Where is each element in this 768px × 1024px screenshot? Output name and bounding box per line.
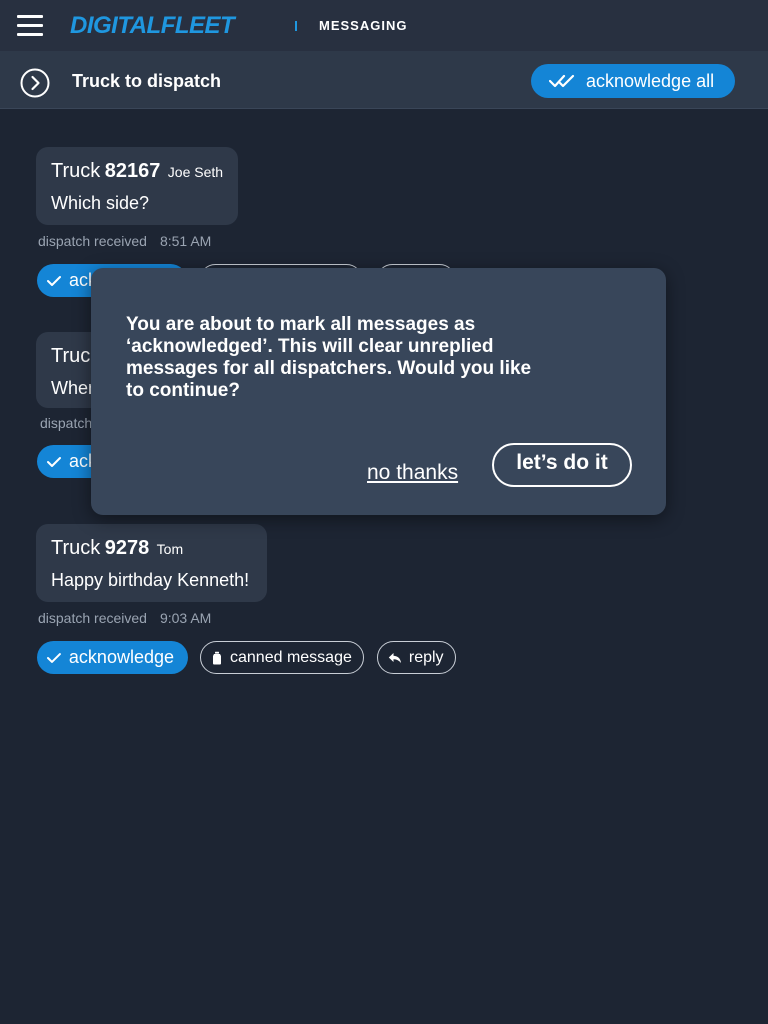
check-icon: [47, 456, 61, 467]
circle-chevron-right-icon[interactable]: [20, 68, 50, 98]
message-meta: dispatch received 8:51 AM: [38, 233, 469, 249]
message-meta: dispatch received 9:03 AM: [38, 610, 469, 626]
truck-number: 82167: [104, 160, 161, 182]
message-item: Truck 9278 Tom Happy birthday Kenneth! d…: [36, 524, 469, 674]
truck-label: Truck: [51, 160, 101, 182]
message-actions: acknowledge canned message reply: [37, 641, 469, 674]
header-divider: [295, 21, 297, 31]
truck-number: 9278: [104, 537, 150, 559]
no-thanks-button[interactable]: no thanks: [367, 461, 458, 485]
message-sender: Truck 82167 Joe Seth: [51, 159, 223, 185]
conversation-title: Truck to dispatch: [72, 71, 222, 91]
message-bubble: Truck 9278 Tom Happy birthday Kenneth!: [36, 524, 267, 602]
reply-arrow-icon: [388, 652, 401, 663]
message-sender: Truck 9278 Tom: [51, 536, 252, 562]
truck-label: Truc: [51, 345, 91, 367]
message-status: dispatch received: [38, 610, 147, 626]
canned-message-label: canned message: [230, 648, 352, 666]
truck-label: Truck: [51, 537, 101, 559]
reply-label: reply: [408, 648, 444, 666]
acknowledge-label: acknowledge: [68, 647, 174, 667]
brand-logo: DIGITALFLEET: [70, 12, 235, 39]
message-status: dispatch: [40, 415, 93, 431]
dialog-message: You are about to mark all messages as ‘a…: [126, 314, 532, 401]
check-icon: [47, 652, 61, 663]
message-bubble: Truck 82167 Joe Seth Which side?: [36, 147, 238, 225]
message-time: 8:51 AM: [159, 233, 212, 249]
acknowledge-button[interactable]: acknowledge: [37, 641, 188, 674]
double-check-icon: [549, 74, 575, 88]
canned-message-icon: [213, 651, 221, 664]
message-text: Which side?: [51, 193, 150, 213]
canned-message-button[interactable]: canned message: [200, 641, 364, 674]
hamburger-menu-icon[interactable]: [17, 15, 43, 37]
message-status: dispatch received: [38, 233, 147, 249]
message-time: 9:03 AM: [159, 610, 212, 626]
driver-name: Tom: [156, 541, 184, 557]
reply-button[interactable]: reply: [376, 641, 456, 674]
message-text: Happy birthday Kenneth!: [51, 570, 250, 590]
acknowledge-all-label: acknowledge all: [586, 71, 715, 91]
check-icon: [47, 275, 61, 286]
app-header: DIGITALFLEET MESSAGING: [0, 0, 768, 51]
section-title: MESSAGING: [319, 18, 408, 33]
conversation-header: Truck to dispatch acknowledge all: [0, 51, 768, 109]
confirm-acknowledge-all-dialog: You are about to mark all messages as ‘a…: [91, 268, 666, 515]
driver-name: Joe Seth: [167, 164, 224, 180]
lets-do-it-button[interactable]: let’s do it: [492, 443, 632, 487]
acknowledge-all-button[interactable]: acknowledge all: [531, 64, 735, 98]
